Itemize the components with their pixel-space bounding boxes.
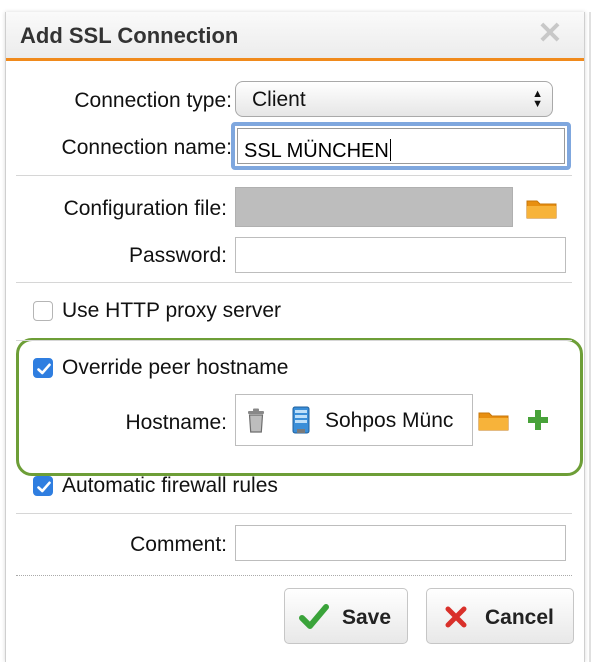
- connection-name-value: SSL MÜNCHEN: [244, 140, 389, 162]
- dotted-separator: [16, 575, 572, 576]
- connection-name-label: Connection name:: [61, 136, 232, 159]
- comment-input[interactable]: [235, 525, 566, 561]
- password-input[interactable]: [235, 237, 566, 273]
- checkmark-icon: [37, 481, 51, 493]
- connection-type-label: Connection type:: [74, 89, 232, 112]
- trash-icon[interactable]: [246, 408, 266, 439]
- configuration-file-label: Configuration file:: [63, 197, 227, 220]
- separator: [16, 175, 572, 176]
- separator: [16, 340, 572, 341]
- hostname-field[interactable]: Sohpos Münc: [235, 394, 473, 446]
- checkmark-icon: [299, 603, 329, 636]
- connection-type-select[interactable]: Client ▲ ▼: [235, 81, 553, 117]
- dialog-titlebar: Add SSL Connection ✕: [6, 12, 584, 61]
- password-label: Password:: [128, 244, 227, 267]
- background-edge: [589, 12, 591, 662]
- save-button-label: Save: [342, 606, 392, 629]
- connection-name-input[interactable]: SSL MÜNCHEN: [231, 122, 571, 170]
- select-arrows-icon: ▲ ▼: [532, 88, 543, 110]
- host-object-icon: [292, 406, 310, 439]
- automatic-firewall-rules-checkbox[interactable]: [33, 476, 53, 496]
- text-caret: [389, 139, 391, 161]
- http-proxy-checkbox[interactable]: [33, 301, 53, 321]
- save-button[interactable]: Save: [284, 588, 408, 644]
- automatic-firewall-rules-label: Automatic firewall rules: [62, 474, 278, 497]
- checkmark-icon: [37, 363, 51, 375]
- close-icon[interactable]: ✕: [537, 19, 563, 49]
- override-peer-hostname-checkbox[interactable]: [33, 358, 53, 378]
- configuration-file-field: [235, 187, 513, 227]
- override-peer-hostname-label: Override peer hostname: [62, 356, 289, 379]
- folder-icon[interactable]: [526, 197, 558, 224]
- add-icon[interactable]: [526, 408, 550, 437]
- connection-type-value: Client: [252, 88, 306, 111]
- hostname-value: Sohpos Münc: [325, 409, 454, 432]
- add-ssl-connection-dialog: Add SSL Connection ✕ Connection type: Cl…: [5, 12, 585, 662]
- cancel-button[interactable]: Cancel: [426, 588, 574, 644]
- cancel-x-icon: [444, 605, 468, 634]
- http-proxy-label: Use HTTP proxy server: [62, 299, 281, 322]
- comment-label: Comment:: [130, 533, 227, 556]
- dialog-title: Add SSL Connection: [20, 23, 239, 48]
- separator: [16, 282, 572, 283]
- folder-icon[interactable]: [478, 409, 510, 436]
- cancel-button-label: Cancel: [485, 606, 554, 629]
- separator: [16, 513, 572, 514]
- hostname-label: Hostname:: [125, 411, 227, 434]
